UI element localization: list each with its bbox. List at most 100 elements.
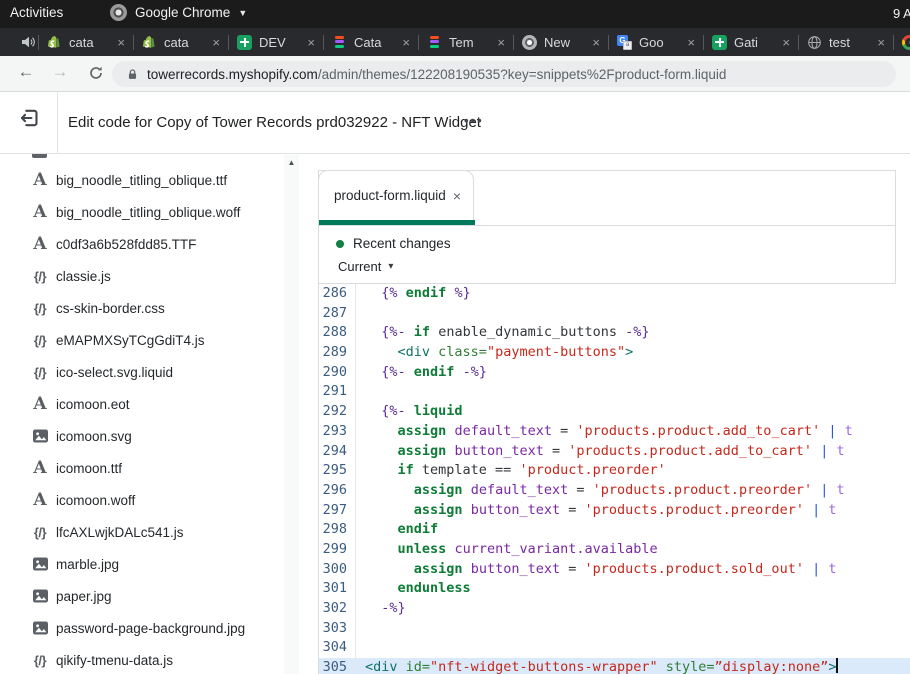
code-token: = — [560, 502, 584, 518]
tab-close-icon[interactable]: × — [212, 35, 220, 50]
code-line[interactable]: 290 {%- endif -%} — [319, 363, 910, 383]
file-list-item[interactable]: password-page-background.jpg — [0, 612, 280, 644]
code-line[interactable]: 296 assign default_text = 'products.prod… — [319, 481, 910, 501]
code-token: t — [837, 443, 845, 459]
browser-tab[interactable]: GaGoo× — [611, 28, 701, 56]
file-list-item[interactable]: Aicomoon.ttf — [0, 452, 280, 484]
code-token: "payment-buttons" — [487, 344, 625, 360]
code-token: enable_dynamic_buttons — [430, 324, 625, 340]
file-list-item[interactable]: paper.jpg — [0, 580, 280, 612]
tab-close-icon[interactable]: × — [687, 35, 695, 50]
browser-tab[interactable]: Gati× — [706, 28, 796, 56]
code-token — [812, 482, 820, 498]
code-line[interactable]: 294 assign button_text = 'products.produ… — [319, 442, 910, 462]
code-token — [406, 324, 414, 340]
file-list-item[interactable]: {/}ico-select.svg.liquid — [0, 356, 280, 388]
exit-code-editor-button[interactable] — [18, 107, 40, 129]
code-line[interactable]: 304 — [319, 638, 910, 658]
code-line[interactable]: 303 — [319, 619, 910, 639]
sheets-favicon — [712, 35, 727, 50]
code-line-text: <div id="nft-widget-buttons-wrapper" sty… — [356, 658, 838, 674]
code-line[interactable]: 295 if template == 'product.preorder' — [319, 461, 910, 481]
tab-close-icon[interactable]: × — [592, 35, 600, 50]
code-line[interactable]: 301 endunless — [319, 579, 910, 599]
browser-tab[interactable]: DEV× — [231, 28, 321, 56]
font-file-icon: A — [29, 458, 51, 478]
forward-button[interactable]: → — [48, 62, 72, 82]
code-line[interactable]: 293 assign default_text = 'products.prod… — [319, 422, 910, 442]
code-token: <div — [398, 344, 431, 360]
chrome-app-menu[interactable]: Google Chrome ▼ — [110, 4, 247, 21]
file-list-item[interactable]: marble.jpg — [0, 548, 280, 580]
scroll-up-button[interactable]: ▲ — [284, 155, 299, 170]
code-token: -%} — [463, 364, 487, 380]
tab-close-icon[interactable]: × — [782, 35, 790, 50]
file-list-item[interactable]: Aicomoon.eot — [0, 388, 280, 420]
tab-separator — [703, 35, 704, 50]
code-line[interactable]: 305<div id="nft-widget-buttons-wrapper" … — [319, 658, 910, 674]
code-line[interactable]: 291 — [319, 382, 910, 402]
file-list-item[interactable]: Abig_noodle_titling_oblique.woff — [0, 196, 280, 228]
tab-close-icon[interactable]: × — [877, 35, 885, 50]
editor-file-tab[interactable]: product-form.liquid × — [318, 170, 474, 225]
browser-tab[interactable]: cata× — [136, 28, 226, 56]
editor-tab-close-icon[interactable]: × — [453, 188, 461, 204]
file-name: classie.js — [56, 269, 111, 284]
address-bar[interactable]: towerrecords.myshopify.com/admin/themes/… — [112, 61, 896, 87]
code-line-text: endif — [356, 520, 438, 540]
tab-close-icon[interactable]: × — [307, 35, 315, 50]
tab-title: New — [544, 35, 585, 50]
file-list-item[interactable]: Abig_noodle_titling_oblique.ttf — [0, 164, 280, 196]
code-line[interactable]: 289 <div class="payment-buttons"> — [319, 343, 910, 363]
code-line[interactable]: 287 — [319, 304, 910, 324]
line-number: 298 — [319, 520, 356, 540]
version-dropdown[interactable]: Current ▾ — [338, 259, 393, 274]
file-list-item[interactable]: {/}eMAPMXSyTCgGdiT4.js — [0, 324, 280, 356]
file-list-item[interactable]: Aicomoon.woff — [0, 484, 280, 516]
file-list-item[interactable]: {/}qikify-tmenu-data.js — [0, 644, 280, 674]
code-token: = — [544, 443, 568, 459]
code-line[interactable]: 297 assign button_text = 'products.produ… — [319, 501, 910, 521]
browser-tab[interactable]: Cata× — [326, 28, 416, 56]
code-token — [365, 403, 381, 419]
code-line[interactable]: 299 unless current_variant.available — [319, 540, 910, 560]
lock-icon[interactable] — [126, 68, 139, 81]
shopify-page-header: Edit code for Copy of Tower Records prd0… — [0, 92, 910, 154]
browser-tab[interactable] — [896, 28, 910, 56]
code-line[interactable]: 300 assign button_text = 'products.produ… — [319, 560, 910, 580]
code-token: id= — [406, 659, 430, 674]
reload-button[interactable] — [84, 65, 108, 86]
activities-button[interactable]: Activities — [10, 5, 63, 20]
audio-speaker-icon[interactable] — [20, 34, 36, 50]
code-line[interactable]: 286 {% endif %} — [319, 284, 910, 304]
line-number: 292 — [319, 402, 356, 422]
code-line[interactable]: 288 {%- if enable_dynamic_buttons -%} — [319, 323, 910, 343]
file-list-item[interactable]: icomoon.svg — [0, 420, 280, 452]
browser-tab[interactable]: Tem× — [421, 28, 511, 56]
code-token — [406, 364, 414, 380]
sidebar-scrollbar[interactable]: ▲ — [284, 155, 299, 674]
tab-close-icon[interactable]: × — [497, 35, 505, 50]
browser-tab[interactable]: cata× — [41, 28, 131, 56]
recent-changes-box: Recent changes Current ▾ — [319, 226, 895, 283]
tab-close-icon[interactable]: × — [402, 35, 410, 50]
back-button[interactable]: ← — [14, 62, 38, 82]
tab-separator — [228, 35, 229, 50]
code-file-icon: {/} — [29, 365, 51, 380]
browser-tab[interactable]: test× — [801, 28, 891, 56]
browser-tab[interactable]: New × — [516, 28, 606, 56]
tab-close-icon[interactable]: × — [117, 35, 125, 50]
file-list-item[interactable]: {/}lfcAXLwjkDALc541.js — [0, 516, 280, 548]
code-line[interactable]: 292 {%- liquid — [319, 402, 910, 422]
code-line-text: {%- if enable_dynamic_buttons -%} — [356, 323, 650, 343]
more-actions-button[interactable]: ••• — [464, 92, 484, 153]
code-area[interactable]: 286 {% endif %}287288 {%- if enable_dyna… — [319, 284, 910, 674]
code-line[interactable]: 298 endif — [319, 520, 910, 540]
line-number: 291 — [319, 382, 356, 402]
file-list-item[interactable]: Ac0df3a6b528fdd85.TTF — [0, 228, 280, 260]
clock[interactable]: 9 A — [893, 6, 910, 21]
code-token — [365, 344, 398, 360]
code-line[interactable]: 302 -%} — [319, 599, 910, 619]
file-list-item[interactable]: {/}classie.js — [0, 260, 280, 292]
file-list-item[interactable]: {/}cs-skin-border.css — [0, 292, 280, 324]
